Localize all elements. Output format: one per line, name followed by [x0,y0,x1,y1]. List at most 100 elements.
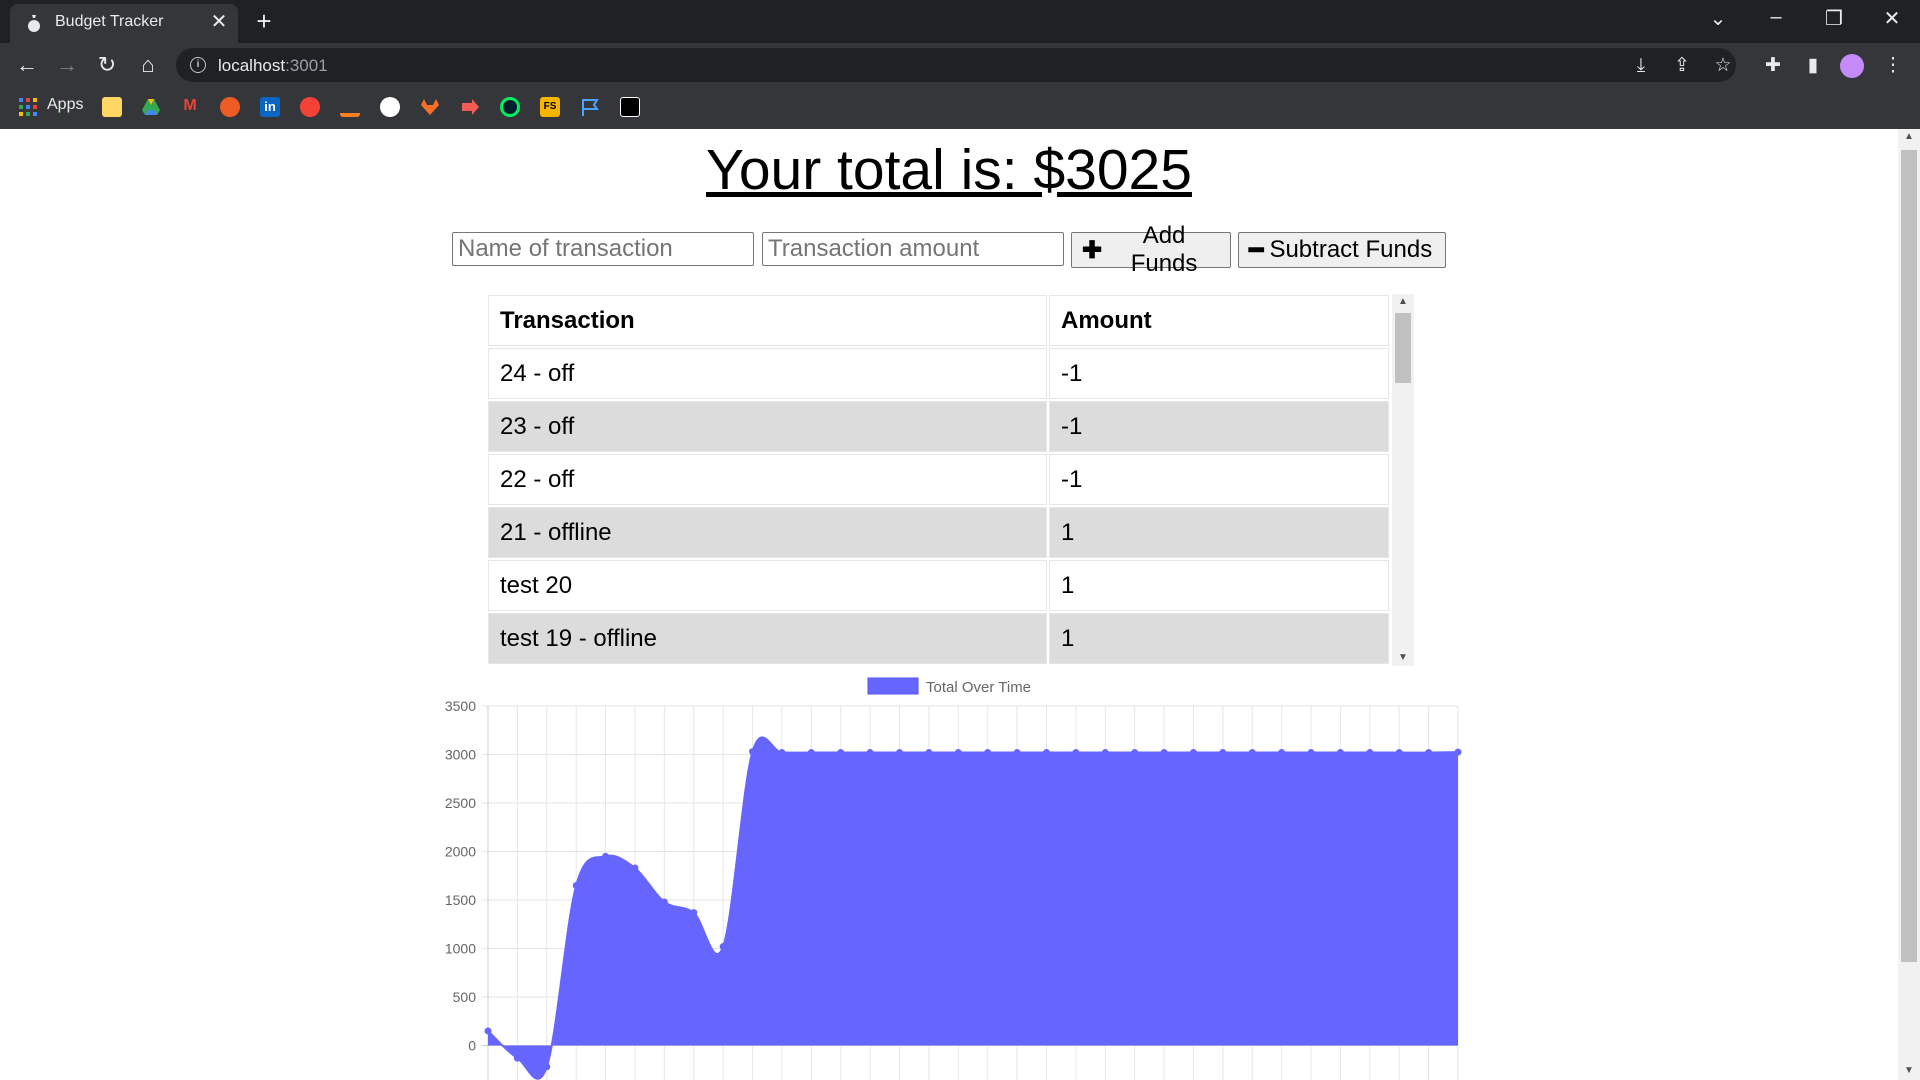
subtract-funds-button[interactable]: ━ Subtract Funds [1238,232,1446,268]
avatar[interactable] [1840,54,1864,78]
data-point [1336,749,1344,757]
gitlab-icon[interactable] [420,97,440,117]
y-tick-label: 3500 [445,698,476,714]
data-point [1072,749,1080,757]
apps-label[interactable]: Apps [47,96,83,114]
star-icon[interactable]: ☆ [1710,53,1736,79]
data-point [602,852,610,860]
y-tick-label: 1500 [445,892,476,908]
data-point [484,1027,492,1035]
share-icon[interactable]: ⇪ [1669,53,1695,79]
cell-amount: 1 [1049,613,1389,664]
url-host: localhost [218,56,286,75]
linkedin-icon[interactable]: in [260,97,280,117]
cell-amount: -1 [1049,348,1389,399]
cell-transaction: 23 - off [488,401,1047,452]
data-point [837,749,845,757]
plus-icon: ✚ [1082,236,1103,264]
data-point [1425,749,1433,757]
cell-amount: -1 [1049,401,1389,452]
menu-icon[interactable]: ⋮ [1880,53,1906,79]
y-tick-label: 2000 [445,844,476,860]
subtract-funds-label: Subtract Funds [1269,236,1433,263]
flag-icon[interactable] [580,97,600,117]
close-window-icon[interactable]: ✕ [1874,6,1910,31]
data-point [1219,749,1227,757]
page-scroll-up-icon[interactable]: ▲ [1901,131,1917,142]
table-scrollbar-thumb[interactable] [1395,313,1411,383]
close-tab-icon[interactable]: ✕ [208,9,230,34]
home-icon[interactable]: ⌂ [134,51,162,79]
page-scrollbar-thumb[interactable] [1901,150,1917,962]
data-point [719,943,727,951]
google-drive-icon[interactable] [141,97,161,117]
data-point [954,749,962,757]
header-amount: Amount [1049,295,1389,346]
side-panel-icon[interactable]: ▮ [1800,53,1826,79]
restore-icon[interactable]: ❐ [1816,6,1852,31]
new-tab-icon[interactable]: + [250,6,278,37]
data-point [572,881,580,889]
money-bag-icon [28,15,40,32]
y-tick-label: 3000 [445,747,476,763]
data-point [1189,749,1197,757]
add-funds-label: Add Funds [1130,222,1198,277]
legend-label: Total Over Time [926,679,1031,696]
apps-grid-icon[interactable] [18,97,38,117]
cell-transaction: 22 - off [488,454,1047,505]
transactions-table-container[interactable]: Transaction Amount 24 - off -1 23 - off -1… [486,293,1414,666]
transaction-amount-input[interactable] [762,232,1064,266]
minus-icon: ━ [1249,236,1264,264]
y-tick-label: 500 [453,989,477,1005]
arrow-bookmark-icon[interactable] [460,97,480,117]
minimize-icon[interactable]: – [1758,6,1794,29]
data-point [866,749,874,757]
github-icon[interactable] [380,97,400,117]
stackoverflow-icon[interactable] [340,97,360,117]
mongodb-icon[interactable] [500,97,520,117]
info-icon[interactable]: i [190,57,206,73]
install-icon[interactable]: ⤓ [1628,53,1654,79]
url-port: :3001 [285,56,328,75]
data-point [631,864,639,872]
bug-icon[interactable] [300,97,320,117]
scroll-down-icon[interactable]: ▼ [1395,652,1411,663]
data-point [1042,749,1050,757]
add-funds-button[interactable]: ✚ Add Funds [1071,222,1231,277]
data-point [984,749,992,757]
data-point [1160,749,1168,757]
page-scroll-down-icon[interactable]: ▼ [1901,1065,1917,1076]
data-point [1131,749,1139,757]
data-point [1395,749,1403,757]
y-tick-label: 1000 [445,941,476,957]
reload-icon[interactable]: ↻ [93,51,121,79]
transactions-table: Transaction Amount 24 - off -1 23 - off -1… [486,293,1391,666]
table-row: test 19 - offline 1 [488,613,1389,664]
cell-amount: -1 [1049,454,1389,505]
cell-transaction: test 19 - offline [488,613,1047,664]
data-point [1278,749,1286,757]
tab-search-icon[interactable]: ⌄ [1700,6,1736,31]
series-area [488,737,1458,1079]
browser-tab[interactable]: Budget Tracker ✕ [10,4,238,43]
cell-amount: 1 [1049,560,1389,611]
data-point [1248,749,1256,757]
black-bookmark-icon[interactable] [620,97,640,117]
tab-title: Budget Tracker [55,13,164,30]
extensions-icon[interactable]: ✚ [1760,53,1786,79]
gmail-icon[interactable]: M [180,97,200,117]
transaction-name-input[interactable] [452,232,754,266]
data-point [1366,749,1374,757]
folder-icon[interactable] [102,97,122,117]
table-row: test 20 1 [488,560,1389,611]
scroll-up-icon[interactable]: ▲ [1395,296,1411,307]
data-point [513,1054,521,1062]
address-bar[interactable]: i localhost:3001 [176,48,1736,82]
postman-icon[interactable] [220,97,240,117]
fs-icon[interactable]: FS [540,97,560,117]
forward-icon[interactable]: → [53,51,81,79]
back-icon[interactable]: ← [13,51,41,79]
data-point [1454,748,1462,756]
total-heading: Your total is: $3025 [706,138,1192,202]
y-tick-label: 0 [468,1038,476,1054]
